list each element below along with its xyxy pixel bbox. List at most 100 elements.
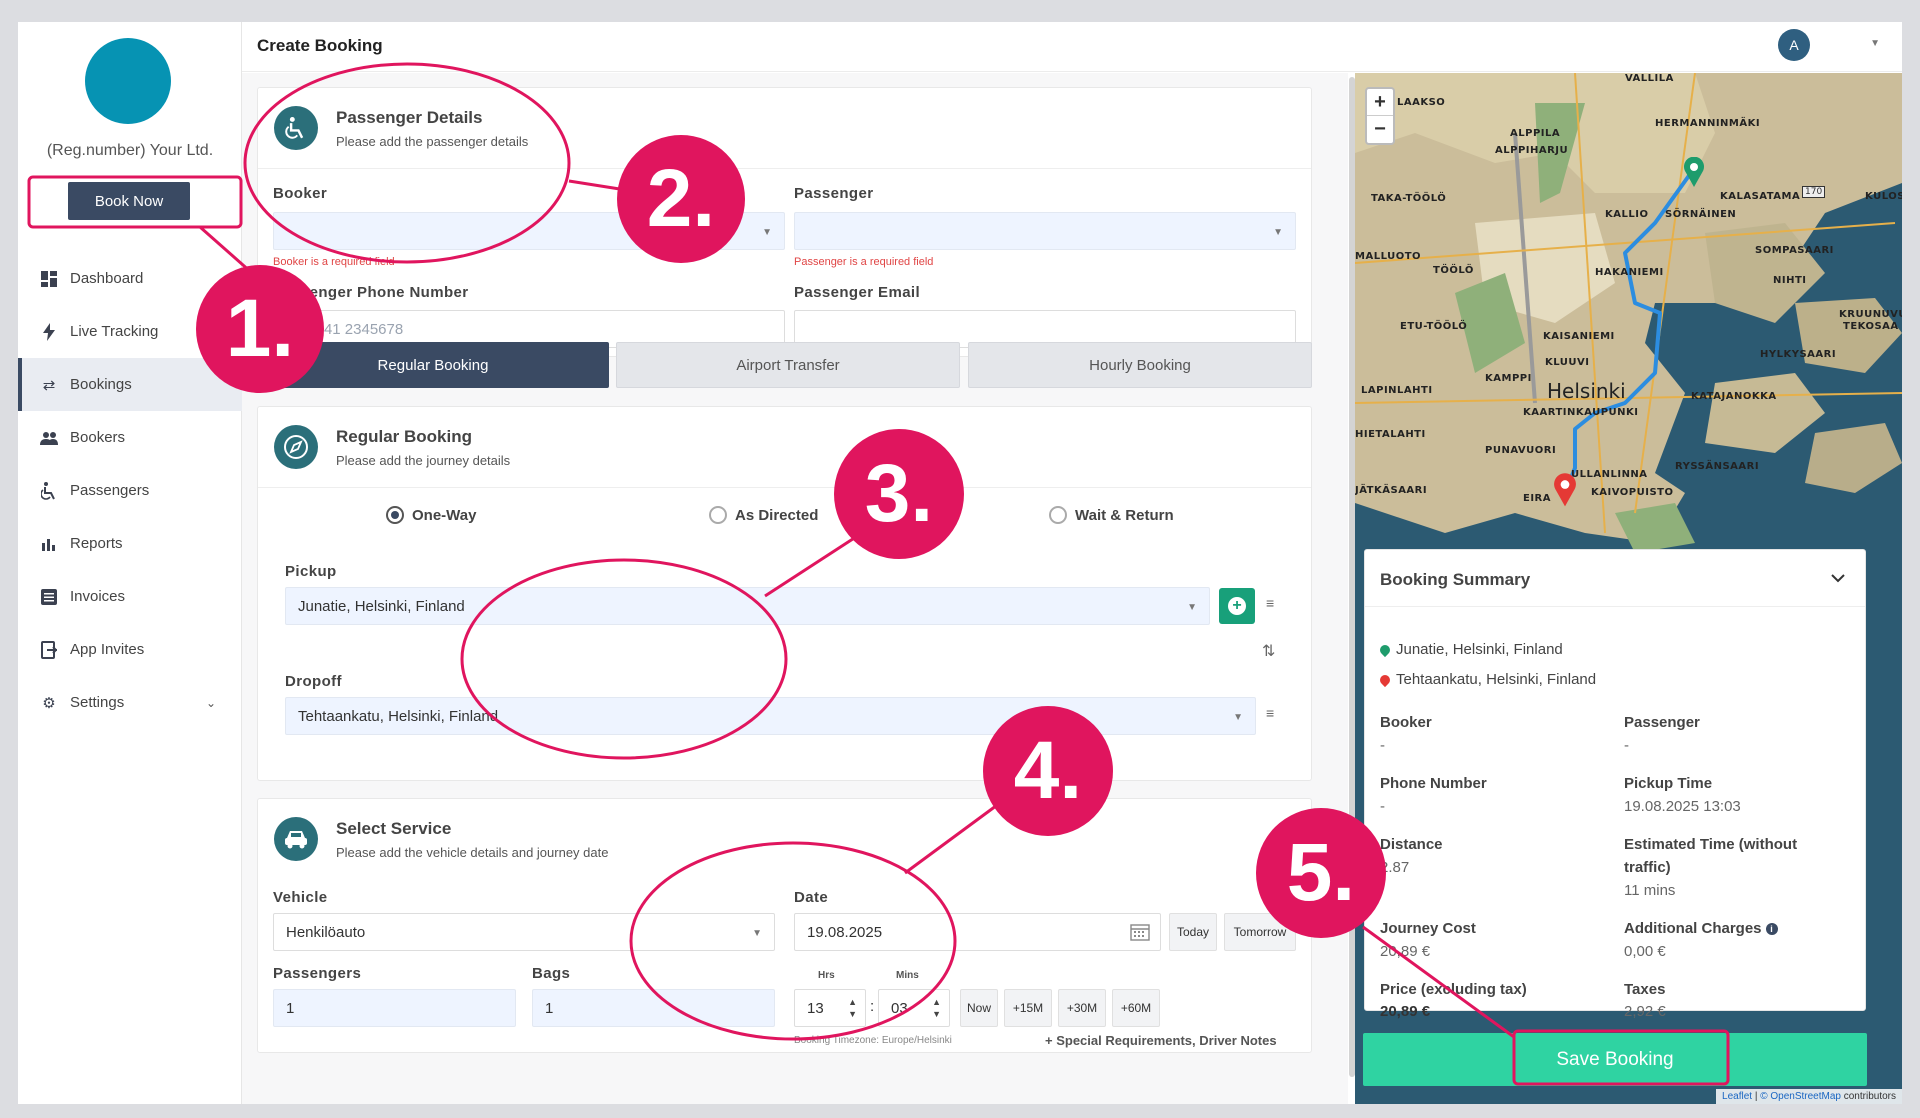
book-now-button[interactable]: Book Now: [68, 182, 190, 220]
additional-text: Additional Charges: [1624, 920, 1762, 937]
map-label: ULLANLINNA: [1571, 469, 1648, 480]
card-subtitle: Please add the passenger details: [336, 133, 529, 149]
stepper-arrows-icon[interactable]: ▲ ▼: [848, 996, 857, 1020]
gear-icon: ⚙: [42, 694, 56, 712]
stepper-arrows-icon[interactable]: ▲ ▼: [932, 996, 941, 1020]
date-input[interactable]: 19.08.2025: [794, 913, 1161, 951]
map-label: VALLILA: [1625, 73, 1674, 84]
tab-airport-transfer[interactable]: Airport Transfer: [616, 342, 960, 388]
swap-vertical-icon[interactable]: ⇅: [1262, 641, 1275, 661]
map-label: LAPINLAHTI: [1361, 385, 1433, 396]
pickup-pin-icon: [1377, 642, 1393, 657]
app-window: (Reg.number) Your Ltd. Book Now Dashboar…: [18, 22, 1902, 1104]
accessible-icon: [40, 481, 58, 500]
people-icon: [40, 429, 58, 447]
sidebar-item-label: Reports: [70, 535, 123, 552]
summary-taxes-label: Taxes: [1624, 981, 1666, 998]
summary-pickup-time-label: Pickup Time: [1624, 775, 1713, 792]
save-booking-button[interactable]: Save Booking: [1363, 1033, 1867, 1086]
caret-down-icon: ▼: [1233, 712, 1243, 723]
sidebar-item-bookers[interactable]: Bookers: [18, 411, 242, 464]
radio-wait-return[interactable]: Wait & Return: [1049, 506, 1174, 524]
pickup-marker-icon[interactable]: [1683, 156, 1705, 192]
minutes-stepper[interactable]: 03 ▲ ▼: [878, 989, 950, 1027]
radio-as-directed[interactable]: As Directed: [709, 506, 818, 524]
bolt-icon: [40, 322, 58, 341]
email-label: Passenger Email: [794, 284, 921, 301]
map-label: KULOSA: [1865, 191, 1902, 202]
card-header: Regular Booking Please add the journey d…: [258, 407, 1311, 488]
drag-handle-icon[interactable]: ≡: [1266, 595, 1274, 611]
summary-phone-value: -: [1380, 798, 1385, 815]
vehicle-select[interactable]: Henkilöauto ▼: [273, 913, 775, 951]
plus-icon: +: [1228, 597, 1246, 615]
radio-one-way[interactable]: One-Way: [386, 506, 476, 524]
summary-est-time-label-2: traffic): [1624, 859, 1671, 876]
calendar-icon[interactable]: [1130, 923, 1150, 945]
summary-est-time-value: 11 mins: [1624, 882, 1676, 899]
zoom-in-button[interactable]: +: [1367, 89, 1393, 116]
caret-down-icon: ▼: [752, 928, 762, 939]
passengers-input[interactable]: 1: [273, 989, 516, 1027]
passenger-error: Passenger is a required field: [794, 256, 934, 268]
map-label: KLUUVI: [1545, 357, 1590, 368]
pickup-input[interactable]: Junatie, Helsinki, Finland ▼: [285, 587, 1210, 625]
tab-hourly-booking[interactable]: Hourly Booking: [968, 342, 1312, 388]
pickup-value: Junatie, Helsinki, Finland: [298, 597, 465, 615]
summary-dropoff: Tehtaankatu, Helsinki, Finland: [1377, 671, 1597, 688]
special-requirements-link[interactable]: + Special Requirements, Driver Notes: [1045, 1033, 1277, 1048]
map-label: NIHTI: [1773, 275, 1807, 286]
chevron-down-icon[interactable]: [1831, 570, 1845, 586]
map-label: KATAJANOKKA: [1691, 391, 1777, 402]
zoom-out-button[interactable]: −: [1367, 116, 1393, 143]
plus-60m-button[interactable]: +60M: [1112, 989, 1160, 1027]
passenger-select[interactable]: ▼: [794, 212, 1296, 250]
now-button[interactable]: Now: [960, 989, 998, 1027]
sidebar-item-label: Invoices: [70, 588, 126, 605]
today-button[interactable]: Today: [1169, 913, 1217, 951]
card-header: Passenger Details Please add the passeng…: [258, 88, 1311, 169]
map-label: TÖÖLÖ: [1433, 265, 1474, 276]
step-1-badge: 1.: [196, 265, 324, 393]
radio-unchecked-icon: [1049, 506, 1067, 524]
map-label: KAISANIEMI: [1543, 331, 1615, 342]
drag-handle-icon[interactable]: ≡: [1266, 705, 1274, 721]
map-label: KALASATAMA: [1720, 191, 1801, 202]
summary-pickup-text: Junatie, Helsinki, Finland: [1396, 641, 1563, 658]
sidebar-item-settings[interactable]: ⚙ Settings ⌄: [18, 676, 242, 729]
sidebar-item-passengers[interactable]: Passengers: [18, 464, 242, 517]
map-label: RYSSÄNSAARI: [1675, 461, 1760, 472]
summary-price-label: Price (excluding tax): [1380, 981, 1527, 998]
main-content: Passenger Details Please add the passeng…: [242, 73, 1348, 1104]
select-service-card: Select Service Please add the vehicle de…: [257, 798, 1312, 1053]
add-stop-button[interactable]: +: [1219, 588, 1255, 624]
summary-booker-label: Booker: [1380, 714, 1432, 731]
plus-15m-button[interactable]: +15M: [1004, 989, 1052, 1027]
caret-down-icon[interactable]: ▼: [1870, 38, 1880, 49]
top-header: Create Booking A ▼: [242, 22, 1902, 72]
bar-chart-icon: [40, 535, 58, 553]
sidebar-item-app-invites[interactable]: App Invites: [18, 623, 242, 676]
card-title: Regular Booking: [336, 426, 473, 446]
sidebar-item-label: Live Tracking: [70, 323, 159, 340]
sidebar-item-invoices[interactable]: Invoices: [18, 570, 242, 623]
bags-input[interactable]: 1: [532, 989, 775, 1027]
info-icon[interactable]: i: [1765, 923, 1778, 936]
dropoff-input[interactable]: Tehtaankatu, Helsinki, Finland ▼: [285, 697, 1256, 735]
car-icon: [274, 817, 318, 861]
summary-dropoff-text: Tehtaankatu, Helsinki, Finland: [1396, 671, 1597, 688]
radio-label: One-Way: [412, 506, 477, 524]
avatar[interactable]: A: [1778, 29, 1810, 61]
sidebar-item-reports[interactable]: Reports: [18, 517, 242, 570]
vehicle-label: Vehicle: [273, 889, 328, 906]
map-label: EIRA: [1523, 493, 1551, 504]
leaflet-link[interactable]: Leaflet: [1722, 1091, 1752, 1102]
hours-stepper[interactable]: 13 ▲ ▼: [794, 989, 866, 1027]
map-attribution: Leaflet | © OpenStreetMap contributors: [1716, 1089, 1902, 1104]
osm-link[interactable]: © OpenStreetMap: [1760, 1091, 1841, 1102]
hours-value: 13: [807, 999, 824, 1017]
plus-30m-button[interactable]: +30M: [1058, 989, 1106, 1027]
summary-booker-value: -: [1380, 737, 1385, 754]
summary-phone-label: Phone Number: [1380, 775, 1487, 792]
step-4-badge: 4.: [983, 706, 1113, 836]
